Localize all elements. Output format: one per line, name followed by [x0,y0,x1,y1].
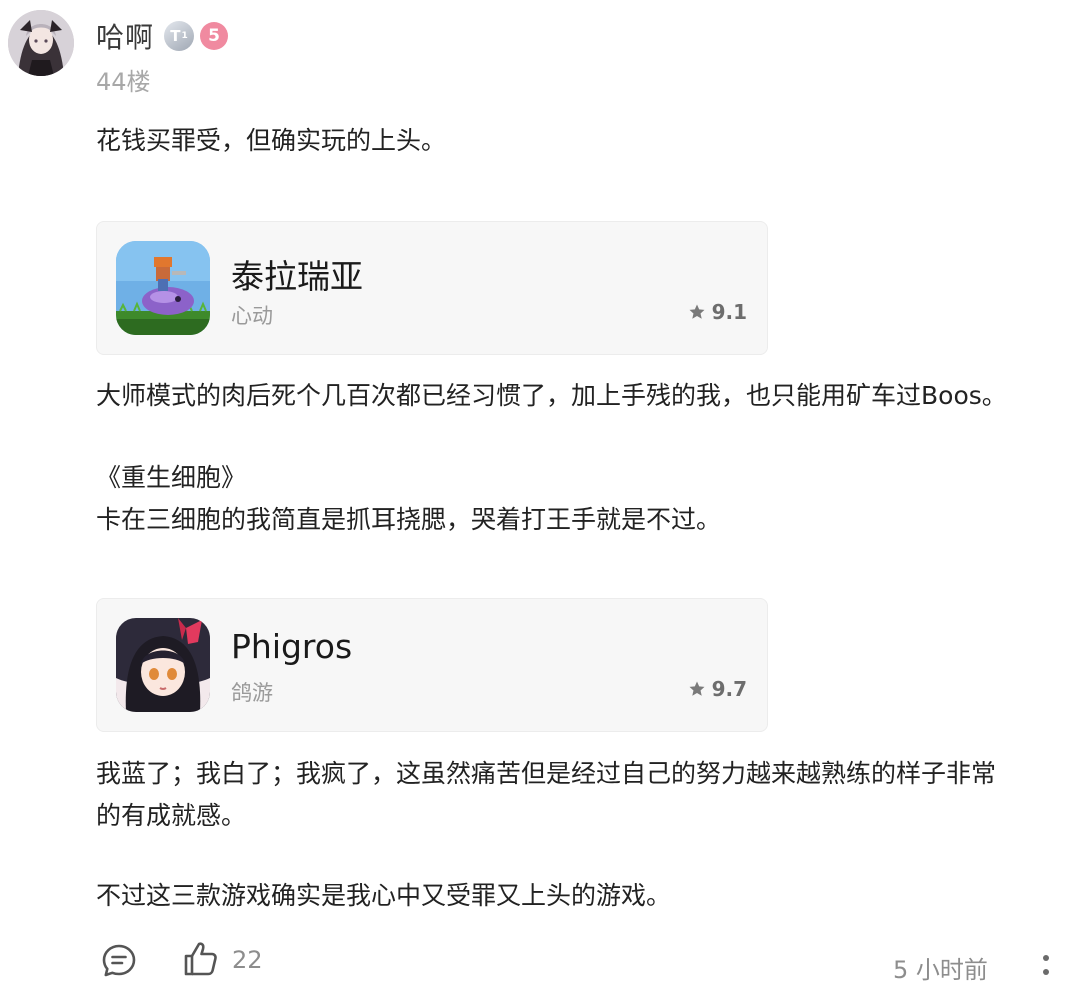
avatar[interactable] [8,10,74,76]
paragraph-4: 卡在三细胞的我简直是抓耳挠腮，哭着打王手就是不过。 [96,505,722,534]
more-options-icon[interactable] [1036,950,1056,980]
star-icon [689,681,705,696]
paragraph-2: 大师模式的肉后死个几百次都已经习惯了，加上手残的我，也只能用矿车过Boos。 [96,381,1007,410]
paragraph-3: 《重生细胞》 [96,463,247,492]
like-count: 22 [232,946,263,974]
game-developer: 鸽游 [231,681,273,705]
star-icon [689,304,705,319]
game-rating: 9.7 [688,677,747,701]
paragraph-5-line-1: 我蓝了；我白了；我疯了，这虽然痛苦但是经过自己的努力越来越熟练的样子非常 [96,759,997,788]
game-title: Phigros [231,627,353,666]
game-rating: 9.1 [688,300,747,324]
paragraph-6: 不过这三款游戏确实是我心中又受罪又上头的游戏。 [96,881,672,910]
post-time: 5 小时前 [893,956,988,984]
terraria-game-icon [116,241,210,335]
comment-icon[interactable] [100,942,138,980]
rating-value: 9.7 [711,677,747,701]
game-card-phigros[interactable]: Phigros 鸽游 9.7 [96,598,768,732]
paragraph-1: 花钱买罪受，但确实玩的上头。 [96,126,447,155]
floor-number: 44楼 [96,68,151,96]
rating-value: 9.1 [711,300,747,324]
phigros-game-icon [116,618,210,712]
level-badge-text: T [170,27,181,45]
game-developer: 心动 [231,304,273,328]
medal-badge-icon: 5 [200,22,229,50]
level-badge-icon: T1 [164,21,195,51]
like-icon[interactable] [182,940,220,978]
game-card-terraria[interactable]: 泰拉瑞亚 心动 9.1 [96,221,768,355]
username[interactable]: 哈啊 [96,16,154,56]
game-title: 泰拉瑞亚 [231,257,363,296]
level-badge-sub: 1 [181,31,188,41]
paragraph-5-line-2: 的有成就感。 [96,801,247,830]
